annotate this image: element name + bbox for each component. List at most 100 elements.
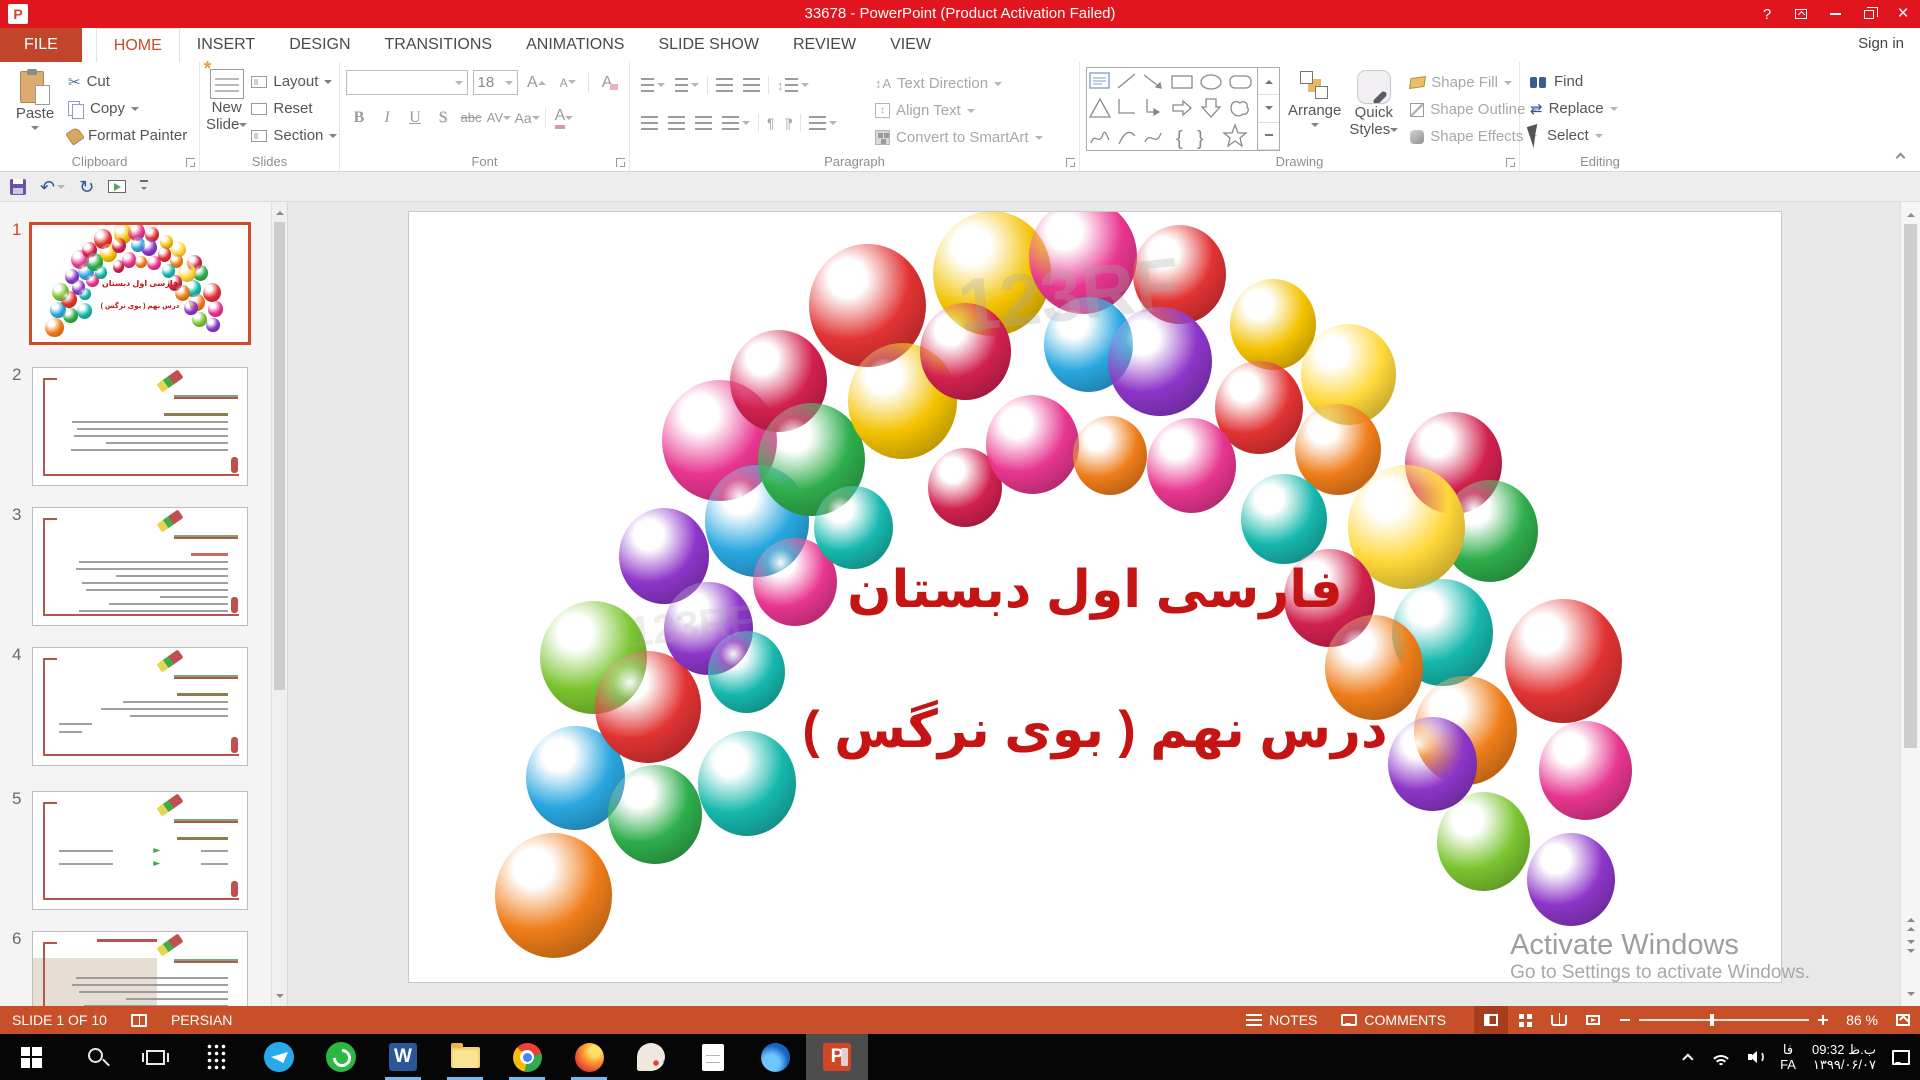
quick-styles-button[interactable]: Quick Styles: [1349, 67, 1399, 138]
font-dialog-launcher[interactable]: [616, 158, 625, 167]
sign-in-link[interactable]: Sign in: [1858, 35, 1904, 52]
tab-review[interactable]: REVIEW: [776, 28, 873, 62]
scroll-down-button[interactable]: [1901, 987, 1920, 1004]
paragraph-dialog-launcher[interactable]: [1066, 158, 1075, 167]
taskbar-firefox[interactable]: [558, 1034, 620, 1080]
convert-to-smartart-button[interactable]: Convert to SmartArt: [871, 124, 1047, 151]
slide-thumbnail-3[interactable]: [32, 507, 248, 626]
tab-view[interactable]: VIEW: [873, 28, 948, 62]
taskbar-word[interactable]: W: [372, 1034, 434, 1080]
ltr-direction-button[interactable]: ¶: [762, 110, 780, 136]
slide-canvas[interactable]: فارسی اول دبستان درس نهم ( بوی نرگس ) 12…: [408, 211, 1782, 983]
panel-scrollbar[interactable]: [271, 202, 287, 1006]
character-spacing-button[interactable]: AV: [486, 105, 512, 130]
font-size-combobox[interactable]: 18: [472, 70, 519, 95]
language-switcher[interactable]: فا FA: [1780, 1042, 1796, 1072]
taskbar-search-button[interactable]: [62, 1034, 124, 1080]
justify-button[interactable]: [717, 110, 755, 136]
slide-thumbnail-1[interactable]: فارسی اول دبستان درس نهم ( بوی نرگس ): [29, 222, 251, 345]
scroll-up-button[interactable]: [272, 202, 287, 219]
paste-button[interactable]: Paste: [6, 66, 64, 150]
action-center-icon[interactable]: [1892, 1049, 1910, 1065]
restore-button[interactable]: [1852, 0, 1886, 28]
language-indicator[interactable]: PERSIAN: [171, 1012, 232, 1028]
font-color-button[interactable]: A: [551, 105, 577, 130]
tab-design[interactable]: DESIGN: [272, 28, 367, 62]
help-button[interactable]: ?: [1750, 0, 1784, 28]
rtl-direction-button[interactable]: ¶: [780, 110, 798, 136]
arrange-button[interactable]: Arrange: [1288, 67, 1341, 131]
undo-button[interactable]: ↶: [40, 178, 66, 196]
font-name-combobox[interactable]: [346, 70, 468, 95]
decrease-indent-button[interactable]: [711, 72, 738, 98]
taskbar-file-explorer[interactable]: [434, 1034, 496, 1080]
taskbar-browser-blue[interactable]: [744, 1034, 806, 1080]
zoom-level[interactable]: 86 %: [1838, 1012, 1886, 1028]
slide-thumbnail-4[interactable]: [32, 647, 248, 766]
comments-button[interactable]: COMMENTS: [1329, 1006, 1458, 1034]
clock[interactable]: 09:32 ب.ظ ۱۳۹۹/۰۶/۰۷: [1812, 1042, 1876, 1072]
cut-button[interactable]: ✂ Cut: [64, 68, 191, 95]
clipboard-dialog-launcher[interactable]: [186, 158, 195, 167]
slide-title-line2[interactable]: درس نهم ( بوی نرگس ): [409, 700, 1781, 760]
wifi-icon[interactable]: [1710, 1049, 1733, 1065]
close-button[interactable]: ×: [1886, 0, 1920, 28]
section-button[interactable]: Section: [247, 122, 341, 149]
volume-icon[interactable]: [1748, 1050, 1765, 1064]
hidden-icons-chevron[interactable]: [1682, 1053, 1694, 1065]
align-left-button[interactable]: [636, 110, 663, 136]
task-view-button[interactable]: [124, 1034, 186, 1080]
find-button[interactable]: Find: [1526, 68, 1674, 95]
drawing-dialog-launcher[interactable]: [1506, 158, 1515, 167]
minimize-button[interactable]: [1818, 0, 1852, 28]
scrollbar-thumb[interactable]: [1904, 224, 1917, 748]
tab-slideshow[interactable]: SLIDE SHOW: [641, 28, 775, 62]
panel-scrollbar-thumb[interactable]: [274, 222, 285, 690]
taskbar-notepad[interactable]: [682, 1034, 744, 1080]
taskbar-whatsapp[interactable]: [310, 1034, 372, 1080]
italic-button[interactable]: I: [374, 105, 400, 130]
start-button[interactable]: [0, 1034, 62, 1080]
shapes-gallery-scrollbar[interactable]: [1257, 68, 1279, 150]
ribbon-display-options-button[interactable]: [1784, 0, 1818, 28]
format-painter-button[interactable]: Format Painter: [64, 122, 191, 149]
reading-view-button[interactable]: [1542, 1006, 1576, 1034]
grow-font-button[interactable]: A: [523, 70, 549, 95]
taskbar-powerpoint[interactable]: P: [806, 1034, 868, 1080]
tab-file[interactable]: FILE: [0, 28, 82, 62]
taskbar-telegram[interactable]: [248, 1034, 310, 1080]
normal-view-button[interactable]: [1474, 1006, 1509, 1034]
underline-button[interactable]: U: [402, 105, 428, 130]
select-button[interactable]: Select: [1526, 122, 1674, 149]
change-case-button[interactable]: Aa: [514, 105, 540, 130]
numbering-button[interactable]: [670, 72, 704, 98]
bold-button[interactable]: B: [346, 105, 372, 130]
line-spacing-button[interactable]: ↕: [772, 72, 814, 98]
redo-button[interactable]: ↻: [79, 178, 94, 196]
clear-formatting-button[interactable]: A: [597, 70, 623, 95]
tab-animations[interactable]: ANIMATIONS: [509, 28, 641, 62]
slide-title-line1[interactable]: فارسی اول دبستان: [409, 560, 1781, 620]
reset-button[interactable]: Reset: [247, 95, 341, 122]
zoom-slider-thumb[interactable]: [1710, 1014, 1715, 1026]
slide-thumbnail-6[interactable]: [32, 931, 248, 1006]
notes-button[interactable]: NOTES: [1234, 1006, 1329, 1034]
increase-indent-button[interactable]: [738, 72, 765, 98]
align-text-button[interactable]: ↕ Align Text: [871, 97, 1047, 124]
previous-slide-button[interactable]: [1901, 910, 1920, 934]
zoom-in-button[interactable]: [1818, 1015, 1829, 1025]
fit-to-window-button[interactable]: [1886, 1006, 1920, 1034]
zoom-slider[interactable]: [1639, 1014, 1810, 1026]
taskbar-apps-button[interactable]: [186, 1034, 248, 1080]
slideshow-view-button[interactable]: [1576, 1006, 1610, 1034]
slide-thumbnail-2[interactable]: [32, 367, 248, 486]
copy-button[interactable]: Copy: [64, 95, 191, 122]
next-slide-button[interactable]: [1901, 936, 1920, 960]
text-direction-button[interactable]: ↕ A Text Direction: [871, 70, 1047, 97]
taskbar-chrome[interactable]: [496, 1034, 558, 1080]
start-from-beginning-button[interactable]: [108, 180, 127, 193]
tab-transitions[interactable]: TRANSITIONS: [368, 28, 510, 62]
vertical-scrollbar[interactable]: [1900, 202, 1920, 1006]
shapes-gallery[interactable]: { }: [1086, 67, 1280, 151]
spellcheck-icon[interactable]: [130, 1013, 147, 1027]
